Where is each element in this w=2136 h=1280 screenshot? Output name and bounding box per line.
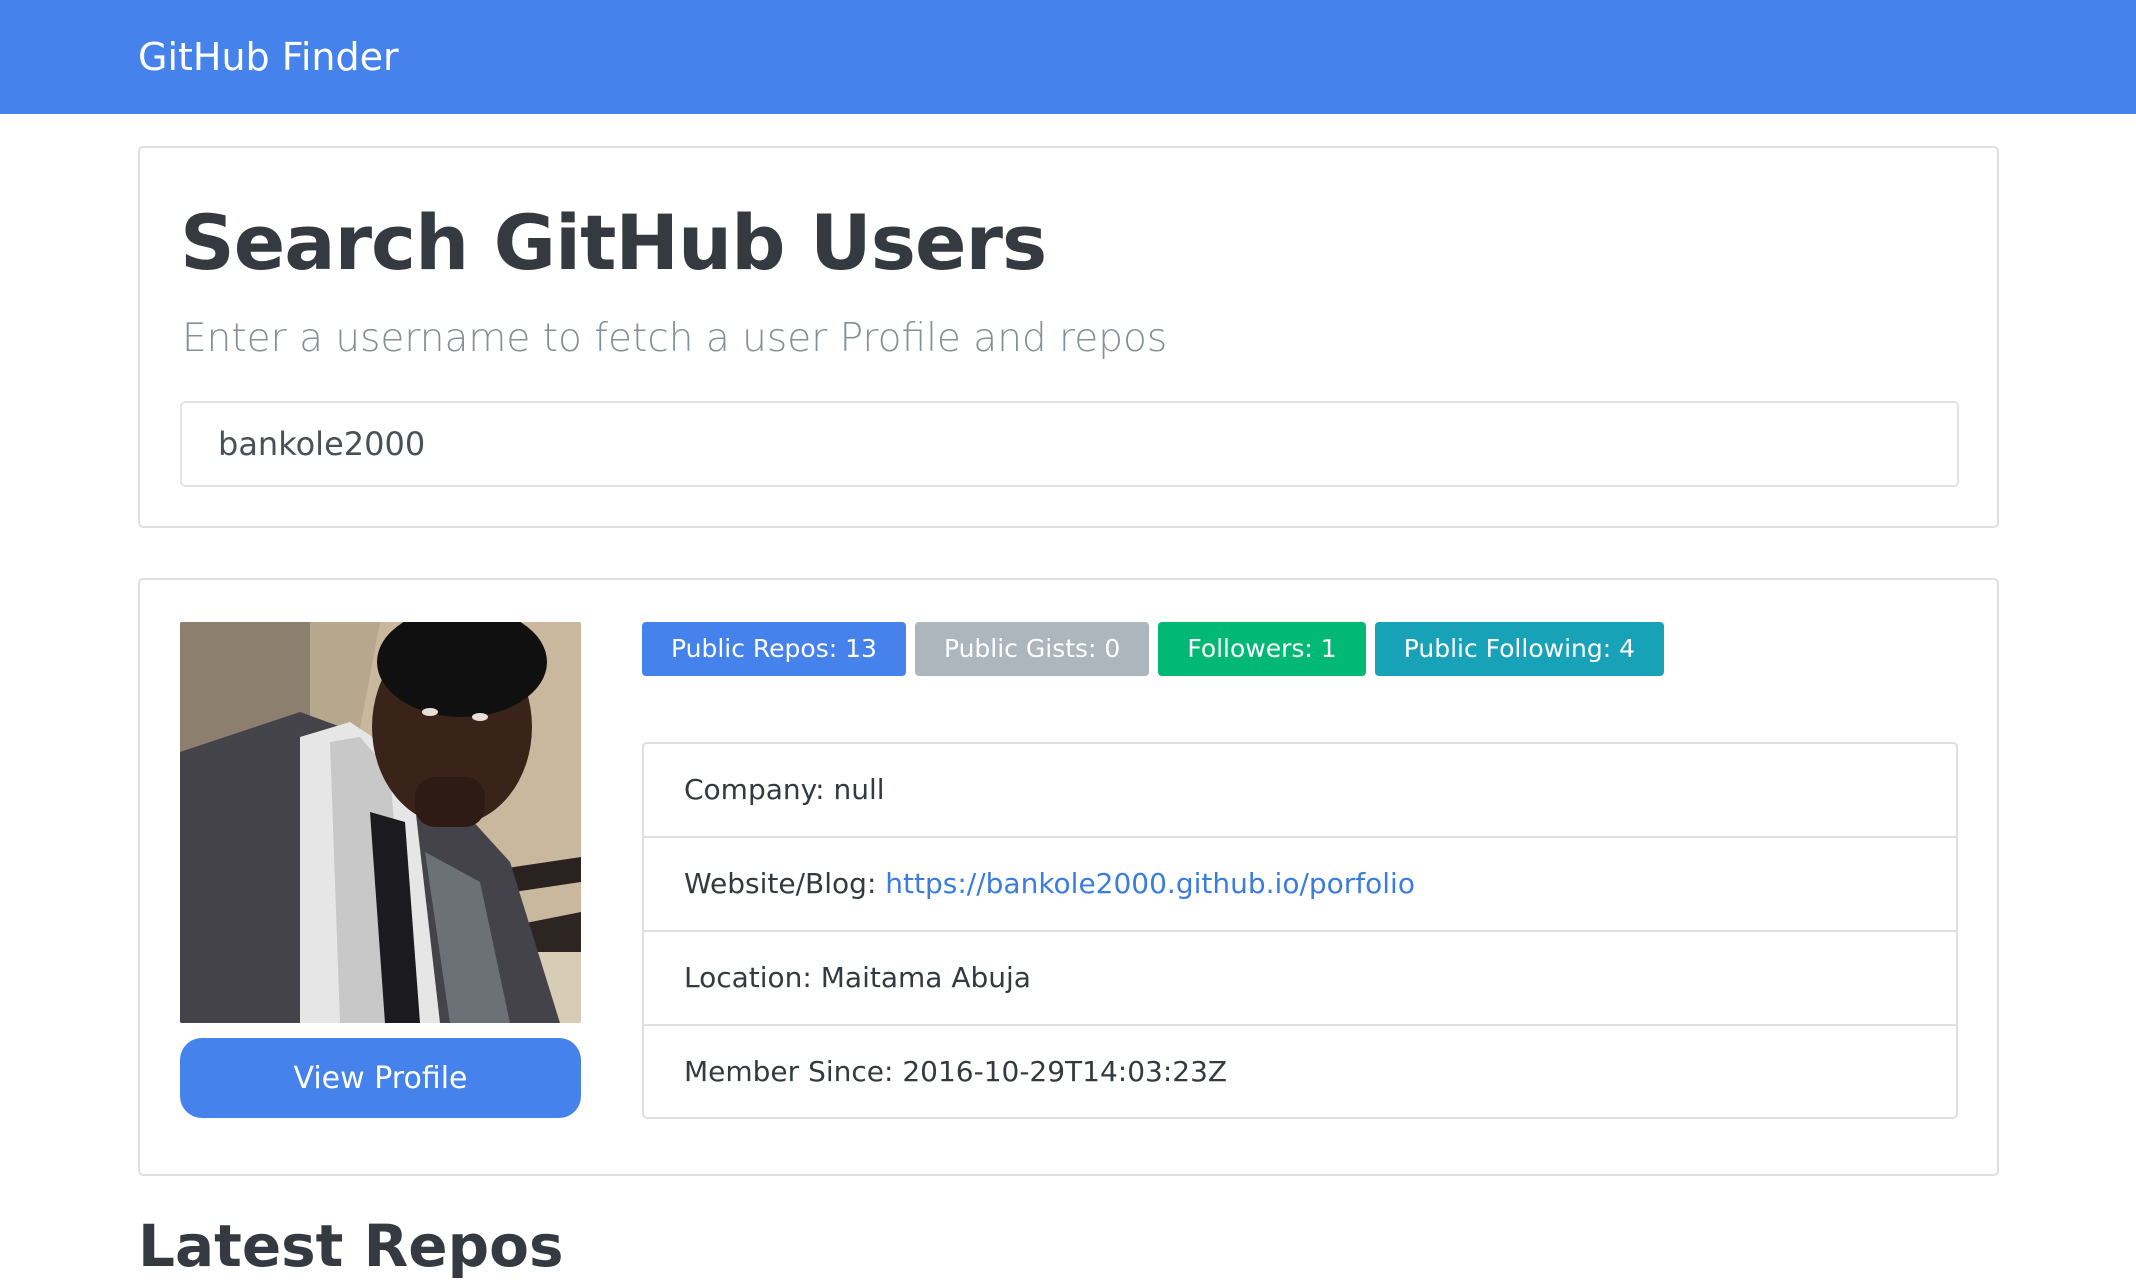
search-input[interactable] <box>180 401 1959 487</box>
profile-badges: Public Repos: 13 Public Gists: 0 Followe… <box>642 622 1665 676</box>
badge-public-repos: Public Repos: 13 <box>642 622 906 676</box>
detail-member-since: Member Since: 2016-10-29T14:03:23Z <box>684 1055 1228 1088</box>
detail-website-label: Website/Blog: <box>684 867 886 900</box>
navbar: GitHub Finder <box>0 0 2136 114</box>
website-link[interactable]: https://bankole2000.github.io/porfolio <box>885 867 1415 900</box>
badge-public-following: Public Following: 4 <box>1374 622 1665 676</box>
profile-details-list: Company: null Website/Blog: https://bank… <box>642 742 1958 1119</box>
search-lead: Enter a username to fetch a user Profile… <box>182 316 1168 361</box>
profile-card: View Profile Public Repos: 13 Public Gis… <box>138 578 1999 1176</box>
detail-company: Company: null <box>644 744 1956 838</box>
badge-followers: Followers: 1 <box>1158 622 1366 676</box>
search-card: Search GitHub Users Enter a username to … <box>138 146 1999 528</box>
badge-public-gists: Public Gists: 0 <box>914 622 1150 676</box>
brand-link[interactable]: GitHub Finder <box>138 0 399 114</box>
avatar <box>180 622 581 1023</box>
detail-location: Location: Maitama Abuja <box>644 932 1956 1026</box>
page-title: Search GitHub Users <box>180 198 1047 287</box>
view-profile-button[interactable]: View Profile <box>180 1038 581 1118</box>
latest-repos-heading: Latest Repos <box>138 1212 564 1280</box>
detail-website: Website/Blog: https://bankole2000.github… <box>644 838 1956 932</box>
